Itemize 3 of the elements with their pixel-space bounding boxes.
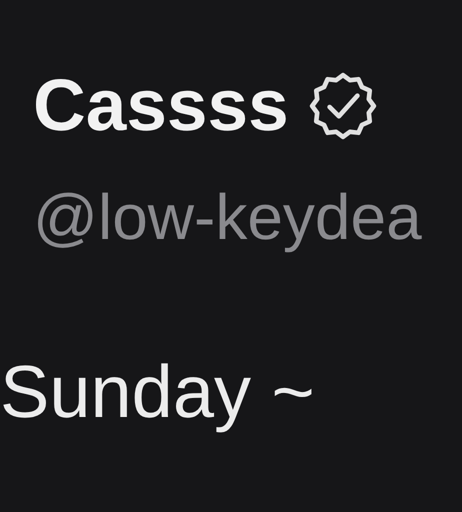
username-handle: @low-keydea [32,182,423,253]
display-name: Cassss [33,66,289,146]
status-text: Sunday ~ [0,350,316,432]
